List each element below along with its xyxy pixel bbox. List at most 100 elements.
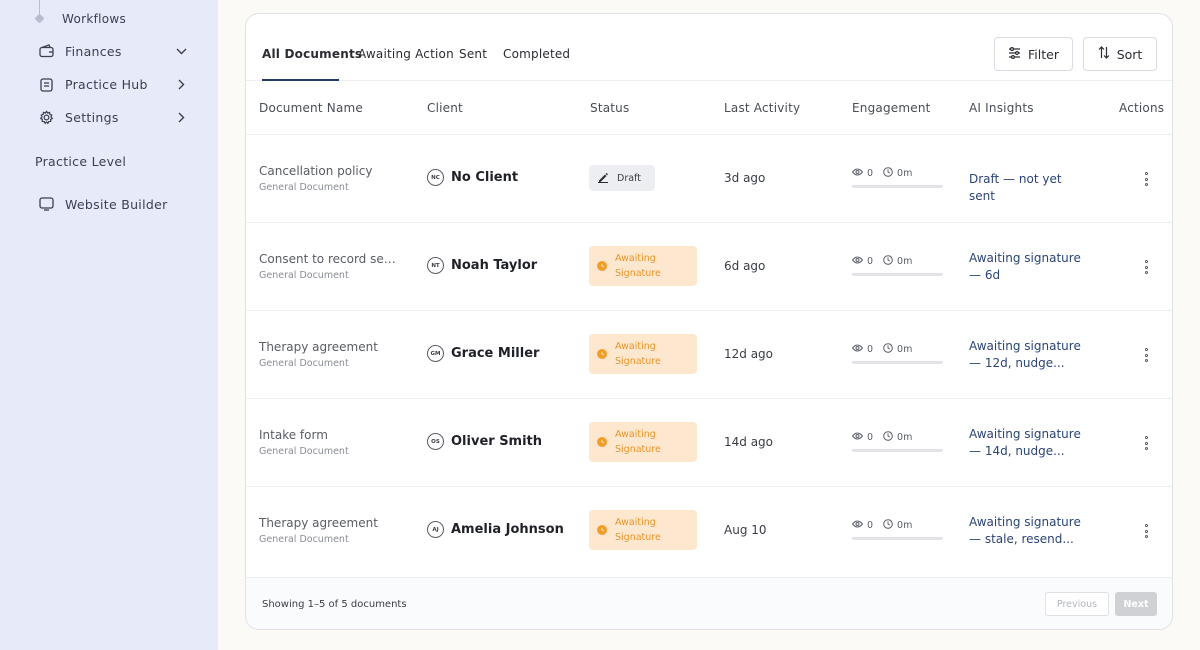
engagement-bar	[852, 185, 943, 188]
status-label: Draft	[617, 172, 641, 184]
avatar: AJ	[427, 521, 444, 538]
status-label: Awaiting Signature	[615, 341, 661, 367]
previous-page-button[interactable]: Previous	[1045, 592, 1109, 616]
engagement-bar	[852, 273, 943, 276]
status-label: Awaiting Signature	[615, 429, 661, 455]
last-activity: 12d ago	[724, 347, 774, 361]
last-activity: Aug 10	[724, 523, 767, 537]
avatar: NT	[427, 257, 444, 274]
table-row[interactable]: Intake form General Document OS Oliver S…	[246, 399, 1172, 487]
gear-icon	[38, 109, 54, 125]
clock-icon	[883, 519, 893, 532]
sidebar-item-settings[interactable]: Settings	[38, 106, 188, 128]
eye-icon	[851, 520, 864, 531]
status-badge: Awaiting Signature	[589, 422, 697, 462]
tab-sent[interactable]: Sent	[459, 47, 487, 61]
document-name[interactable]: Therapy agreement	[259, 516, 378, 530]
clock-icon	[597, 261, 607, 271]
avatar: OS	[427, 433, 444, 450]
chevron-down-icon[interactable]	[174, 44, 188, 58]
column-header-engagement[interactable]: Engagement	[852, 101, 931, 115]
document-name[interactable]: Consent to record sessi...	[259, 252, 399, 266]
engagement-bar	[852, 537, 943, 540]
filter-button[interactable]: Filter	[994, 37, 1073, 71]
avatar: GM	[427, 345, 444, 362]
section-label-practice-level: Practice Level	[35, 154, 127, 169]
status-badge: Draft	[589, 165, 655, 191]
tab-awaiting-action[interactable]: Awaiting Action	[358, 47, 454, 61]
sidebar-item-label: Settings	[65, 109, 119, 125]
sidebar-item-label: Website Builder	[65, 196, 168, 212]
column-header-client[interactable]: Client	[427, 101, 463, 115]
more-actions-icon[interactable]	[1136, 521, 1156, 541]
chevron-right-icon[interactable]	[174, 77, 188, 91]
engagement-cell: 0 0m	[851, 343, 943, 364]
eye-icon	[851, 432, 864, 443]
more-actions-icon[interactable]	[1136, 345, 1156, 365]
table-row[interactable]: Cancellation policy General Document NC …	[246, 135, 1172, 223]
column-header-status[interactable]: Status	[590, 101, 629, 115]
table-header: Document Name Client Status Last Activit…	[246, 81, 1172, 135]
clock-icon	[597, 525, 607, 535]
tab-bar: All Documents Awaiting Action Sent Compl…	[246, 14, 1172, 81]
chevron-right-icon[interactable]	[174, 110, 188, 124]
tree-node-icon	[34, 13, 45, 24]
avatar: NC	[427, 169, 444, 186]
client-cell: NC No Client	[427, 169, 518, 186]
clock-icon	[883, 255, 893, 268]
clock-icon	[883, 431, 893, 444]
sort-label: Sort	[1116, 46, 1143, 62]
engagement-cell: 0 0m	[851, 255, 943, 276]
engagement-cell: 0 0m	[851, 519, 943, 540]
sidebar-item-workflows[interactable]: Workflows	[62, 12, 126, 26]
ai-insight: Awaiting signature — stale, resend...	[969, 515, 1081, 546]
engagement-bar	[852, 449, 943, 452]
engagement-cell: 0 0m	[851, 167, 943, 188]
sidebar-item-finances[interactable]: Finances	[38, 40, 188, 62]
sort-icon	[1098, 46, 1110, 62]
last-activity: 6d ago	[724, 259, 766, 273]
ai-insight: Awaiting signature — 14d, nudge...	[969, 427, 1081, 458]
tab-completed[interactable]: Completed	[503, 47, 570, 61]
document-type: General Document	[259, 182, 349, 193]
table-row[interactable]: Consent to record sessi... General Docum…	[246, 223, 1172, 311]
more-actions-icon[interactable]	[1136, 169, 1156, 189]
column-header-document-name[interactable]: Document Name	[259, 101, 363, 115]
document-name[interactable]: Cancellation policy	[259, 164, 372, 178]
last-activity: 3d ago	[724, 171, 766, 185]
sidebar-item-website-builder[interactable]: Website Builder	[38, 193, 188, 215]
view-time: 0m	[897, 168, 913, 179]
client-name[interactable]: Grace Miller	[451, 346, 539, 361]
client-cell: NT Noah Taylor	[427, 257, 537, 274]
engagement-cell: 0 0m	[851, 431, 943, 452]
column-header-ai-insights[interactable]: AI Insights	[969, 101, 1034, 115]
status-badge: Awaiting Signature	[589, 510, 697, 550]
clock-icon	[597, 349, 607, 359]
more-actions-icon[interactable]	[1136, 433, 1156, 453]
tab-all-documents[interactable]: All Documents	[262, 47, 362, 61]
view-count: 0	[867, 520, 874, 531]
more-actions-icon[interactable]	[1136, 257, 1156, 277]
document-type: General Document	[259, 270, 349, 281]
status-badge: Awaiting Signature	[589, 334, 697, 374]
client-name[interactable]: Noah Taylor	[451, 258, 537, 273]
wallet-icon	[38, 43, 54, 59]
document-name[interactable]: Intake form	[259, 428, 328, 442]
clock-icon	[883, 167, 893, 180]
table-row[interactable]: Therapy agreement General Document AJ Am…	[246, 487, 1172, 578]
client-name[interactable]: No Client	[451, 170, 518, 185]
document-type: General Document	[259, 358, 349, 369]
document-name[interactable]: Therapy agreement	[259, 340, 378, 354]
table-row[interactable]: Therapy agreement General Document GM Gr…	[246, 311, 1172, 399]
next-page-button[interactable]: Next	[1115, 592, 1157, 616]
sidebar-item-practice-hub[interactable]: Practice Hub	[38, 73, 188, 95]
column-header-last-activity[interactable]: Last Activity	[724, 101, 800, 115]
monitor-icon	[38, 196, 54, 212]
sort-button[interactable]: Sort	[1083, 37, 1157, 71]
client-name[interactable]: Amelia Johnson	[451, 522, 564, 537]
ai-insight: Draft — not yet sent	[969, 172, 1062, 203]
column-header-actions: Actions	[1119, 101, 1165, 115]
sidebar-item-label: Practice Hub	[65, 76, 148, 92]
eye-icon	[851, 256, 864, 267]
client-name[interactable]: Oliver Smith	[451, 434, 542, 449]
